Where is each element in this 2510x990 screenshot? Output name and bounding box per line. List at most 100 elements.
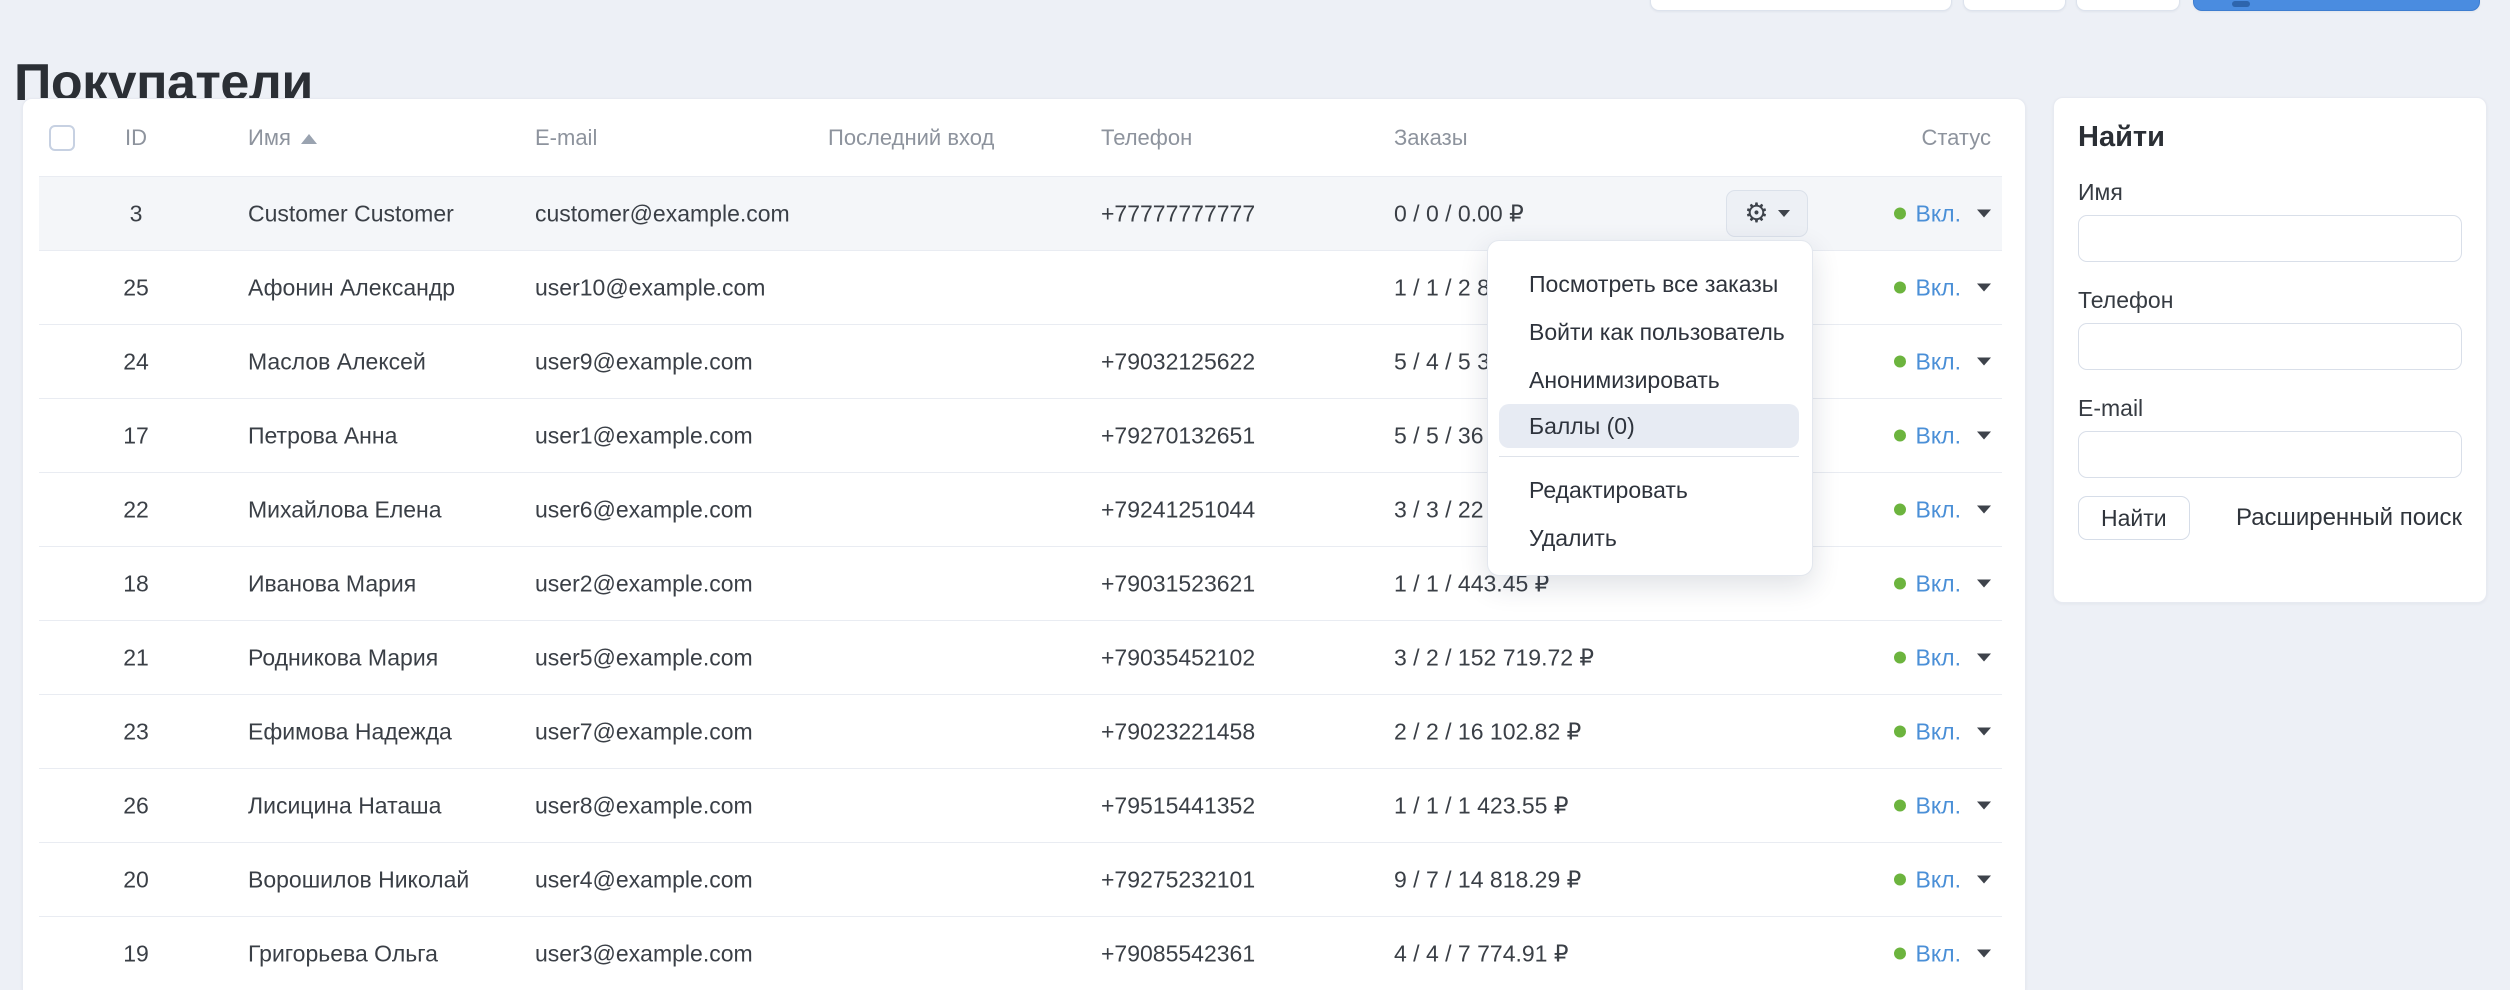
chevron-down-icon: [1977, 950, 1991, 958]
row-email: user3@example.com: [535, 940, 753, 967]
gear-icon: ⚙: [1744, 200, 1768, 227]
column-header-name-label: Имя: [248, 125, 291, 150]
menu-item[interactable]: Войти как пользователь: [1488, 308, 1812, 356]
search-panel-title: Найти: [2078, 120, 2462, 154]
search-email-label: E-mail: [2078, 394, 2462, 422]
status-toggle[interactable]: Вкл.: [1894, 940, 1991, 967]
row-orders: 3 / 3 / 22: [1394, 496, 1484, 523]
row-email: user6@example.com: [535, 496, 753, 523]
menu-item[interactable]: Анонимизировать: [1488, 356, 1812, 404]
row-email: user4@example.com: [535, 866, 753, 893]
column-header-status[interactable]: Статус: [1921, 125, 1991, 151]
toolbar-search-input[interactable]: [1650, 0, 1952, 11]
row-phone: +79032125622: [1101, 348, 1255, 375]
row-id: 25: [106, 274, 166, 301]
status-dot-icon: [1894, 652, 1906, 664]
table-row[interactable]: 20Ворошилов Николайuser4@example.com+792…: [39, 843, 2002, 917]
chevron-down-icon: [1977, 580, 1991, 588]
status-dot-icon: [1894, 726, 1906, 738]
chevron-down-icon: [1977, 210, 1991, 218]
chevron-down-icon: [1977, 654, 1991, 662]
status-toggle[interactable]: Вкл.: [1894, 570, 1991, 597]
column-header-last-login[interactable]: Последний вход: [828, 125, 994, 151]
status-dot-icon: [1894, 578, 1906, 590]
status-label: Вкл.: [1916, 940, 1961, 967]
status-label: Вкл.: [1916, 496, 1961, 523]
column-header-name[interactable]: Имя: [248, 125, 317, 151]
status-dot-icon: [1894, 874, 1906, 886]
select-all-checkbox[interactable]: [49, 125, 75, 151]
toolbar-button-2[interactable]: [2076, 0, 2180, 11]
chevron-down-icon: [1977, 728, 1991, 736]
row-name: Customer Customer: [248, 200, 454, 227]
chevron-down-icon: [1778, 210, 1790, 217]
menu-item[interactable]: Посмотреть все заказы: [1488, 260, 1812, 308]
status-toggle[interactable]: Вкл.: [1894, 274, 1991, 301]
row-email: user7@example.com: [535, 718, 753, 745]
row-name: Маслов Алексей: [248, 348, 426, 375]
status-dot-icon: [1894, 282, 1906, 294]
status-dot-icon: [1894, 800, 1906, 812]
menu-item[interactable]: Удалить: [1488, 514, 1812, 562]
status-label: Вкл.: [1916, 200, 1961, 227]
table-row[interactable]: 23Ефимова Надеждаuser7@example.com+79023…: [39, 695, 2002, 769]
row-orders: 1 / 1 / 1 423.55 ₽: [1394, 792, 1568, 819]
row-phone: +79515441352: [1101, 792, 1255, 819]
search-name-input[interactable]: [2078, 215, 2462, 262]
search-email-input[interactable]: [2078, 431, 2462, 478]
row-id: 17: [106, 422, 166, 449]
status-toggle[interactable]: Вкл.: [1894, 496, 1991, 523]
status-label: Вкл.: [1916, 718, 1961, 745]
row-orders: 5 / 5 / 36: [1394, 422, 1484, 449]
search-submit-button[interactable]: Найти: [2078, 496, 2190, 540]
menu-item[interactable]: Редактировать: [1488, 466, 1812, 514]
status-toggle[interactable]: Вкл.: [1894, 422, 1991, 449]
row-phone: +79031523621: [1101, 570, 1255, 597]
status-toggle[interactable]: Вкл.: [1894, 644, 1991, 671]
column-header-phone[interactable]: Телефон: [1101, 125, 1192, 151]
row-id: 26: [106, 792, 166, 819]
status-toggle[interactable]: Вкл.: [1894, 200, 1991, 227]
chevron-down-icon: [1977, 876, 1991, 884]
status-toggle[interactable]: Вкл.: [1894, 792, 1991, 819]
row-name: Ворошилов Николай: [248, 866, 469, 893]
row-id: 18: [106, 570, 166, 597]
row-actions-button[interactable]: ⚙: [1726, 190, 1808, 237]
status-toggle[interactable]: Вкл.: [1894, 348, 1991, 375]
row-orders: 2 / 2 / 16 102.82 ₽: [1394, 718, 1581, 745]
chevron-down-icon: [1977, 802, 1991, 810]
status-toggle[interactable]: Вкл.: [1894, 718, 1991, 745]
toolbar-button-1[interactable]: [1963, 0, 2066, 11]
table-row[interactable]: 26Лисицина Наташаuser8@example.com+79515…: [39, 769, 2002, 843]
row-id: 20: [106, 866, 166, 893]
status-toggle[interactable]: Вкл.: [1894, 866, 1991, 893]
status-label: Вкл.: [1916, 792, 1961, 819]
search-phone-input[interactable]: [2078, 323, 2462, 370]
table-row[interactable]: 19Григорьева Ольгаuser3@example.com+7908…: [39, 917, 2002, 990]
column-header-orders[interactable]: Заказы: [1394, 125, 1468, 151]
row-email: user1@example.com: [535, 422, 753, 449]
status-dot-icon: [1894, 356, 1906, 368]
row-phone: +79023221458: [1101, 718, 1255, 745]
toolbar-primary-button[interactable]: [2193, 0, 2480, 11]
row-id: 24: [106, 348, 166, 375]
menu-divider: [1499, 456, 1799, 457]
status-label: Вкл.: [1916, 274, 1961, 301]
row-name: Григорьева Ольга: [248, 940, 438, 967]
row-email: user5@example.com: [535, 644, 753, 671]
table-header-row: ID Имя E-mail Последний вход Телефон Зак…: [39, 99, 2002, 177]
row-actions-menu: Посмотреть все заказыВойти как пользоват…: [1487, 240, 1813, 576]
column-header-email[interactable]: E-mail: [535, 125, 597, 151]
status-dot-icon: [1894, 504, 1906, 516]
advanced-search-link[interactable]: Расширенный поиск: [2236, 504, 2462, 532]
row-orders: 9 / 7 / 14 818.29 ₽: [1394, 866, 1581, 893]
row-id: 23: [106, 718, 166, 745]
status-label: Вкл.: [1916, 866, 1961, 893]
row-name: Иванова Мария: [248, 570, 416, 597]
column-header-id[interactable]: ID: [106, 125, 166, 151]
menu-item[interactable]: Баллы (0): [1499, 404, 1799, 448]
table-row[interactable]: 21Родникова Марияuser5@example.com+79035…: [39, 621, 2002, 695]
row-name: Михайлова Елена: [248, 496, 442, 523]
row-email: user2@example.com: [535, 570, 753, 597]
row-orders: 5 / 4 / 5 3: [1394, 348, 1490, 375]
